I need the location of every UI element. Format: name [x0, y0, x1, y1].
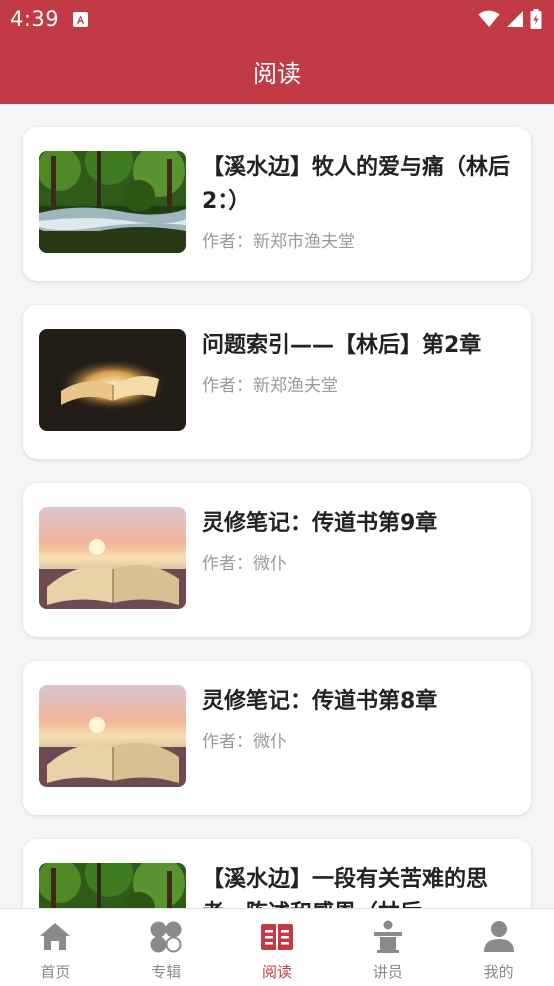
article-title: 问题索引——【林后】第2章 — [202, 333, 482, 358]
nav-label: 阅读 — [261, 963, 292, 981]
bottom-nav: 首页 专辑 阅读 讲员 我的 — [0, 908, 554, 986]
article-card[interactable]: 灵修笔记：传道书第9章 作者：微仆 — [23, 483, 531, 637]
nav-item-speakers[interactable]: 讲员 — [332, 909, 443, 986]
screen: 4:39 阅读 【溪水边】牧人的爱与痛（林后2：） 作者：新郑市渔夫堂 问题索引… — [0, 0, 554, 986]
article-thumbnail — [39, 863, 186, 908]
nav-label: 我的 — [483, 963, 514, 981]
home-icon — [40, 923, 71, 950]
nav-label: 讲员 — [372, 963, 403, 981]
article-card[interactable]: 【溪水边】牧人的爱与痛（林后2：） 作者：新郑市渔夫堂 — [23, 127, 531, 281]
signal-icon — [507, 11, 523, 27]
article-list[interactable]: 【溪水边】牧人的爱与痛（林后2：） 作者：新郑市渔夫堂 问题索引——【林后】第2… — [0, 104, 554, 908]
speaker-podium-icon — [373, 920, 402, 953]
page-title: 阅读 — [253, 59, 301, 88]
nav-item-home[interactable]: 首页 — [0, 909, 111, 986]
article-author: 作者：微仆 — [202, 554, 287, 574]
notification-icon — [73, 11, 89, 27]
battery-icon — [530, 9, 542, 29]
article-title: 灵修笔记：传道书第8章 — [202, 689, 438, 714]
book-icon — [260, 924, 293, 950]
app-bar: 阅读 — [0, 38, 554, 104]
nav-item-me[interactable]: 我的 — [443, 909, 554, 986]
article-thumbnail — [39, 685, 186, 787]
nav-item-albums[interactable]: 专辑 — [111, 909, 222, 986]
article-author: 作者：微仆 — [202, 732, 287, 752]
article-card[interactable]: 【溪水边】一段有关苦难的思考、陈述和感恩（林后… — [23, 839, 531, 908]
nav-label: 首页 — [40, 963, 71, 981]
nav-label: 专辑 — [151, 963, 182, 981]
article-title: 【溪水边】牧人的爱与痛（林后2：） — [202, 155, 511, 214]
article-card[interactable]: 问题索引——【林后】第2章 作者：新郑渔夫堂 — [23, 305, 531, 459]
article-author: 作者：新郑市渔夫堂 — [202, 232, 355, 252]
article-author: 作者：新郑渔夫堂 — [202, 376, 338, 396]
article-thumbnail — [39, 329, 186, 431]
article-title: 灵修笔记：传道书第9章 — [202, 511, 438, 536]
wifi-icon — [478, 10, 500, 27]
article-card[interactable]: 灵修笔记：传道书第8章 作者：微仆 — [23, 661, 531, 815]
nav-item-reading[interactable]: 阅读 — [222, 909, 333, 986]
clover-icon — [150, 921, 182, 953]
article-thumbnail — [39, 507, 186, 609]
person-icon — [483, 921, 514, 952]
article-title: 【溪水边】一段有关苦难的思考、陈述和感恩（林后… — [202, 867, 489, 908]
status-time: 4:39 — [10, 7, 60, 31]
article-thumbnail — [39, 151, 186, 253]
status-bar: 4:39 — [0, 0, 554, 38]
